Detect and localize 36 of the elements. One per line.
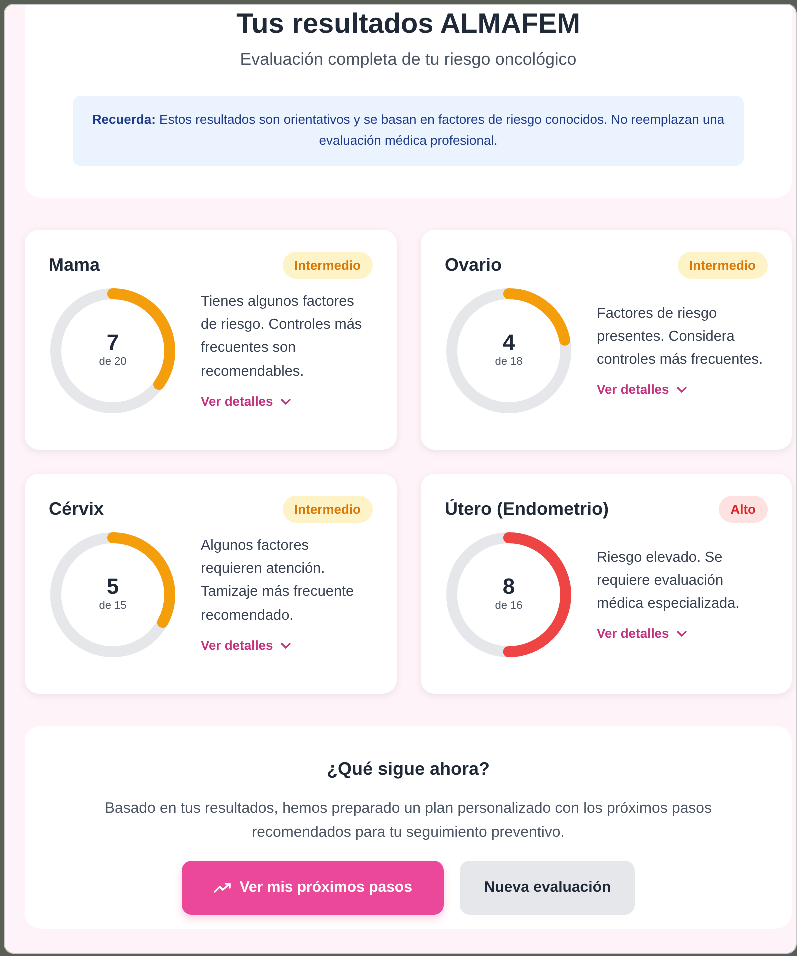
next-steps-button[interactable]: Ver mis próximos pasos — [182, 860, 444, 916]
score-max: de 20 — [99, 354, 127, 370]
cancer-type-title: Cérvix — [49, 498, 104, 521]
result-description: Algunos factores requieren atención. Tamizaje más frecuente recomendado. — [201, 537, 356, 626]
details-link[interactable]: Ver detalles — [201, 392, 292, 412]
next-steps-title: ¿Qué sigue ahora? — [326, 758, 492, 781]
risk-badge: Intermedio — [282, 252, 373, 280]
risk-badge: Intermedio — [282, 496, 373, 524]
score-max: de 15 — [99, 598, 127, 614]
details-link[interactable]: Ver detalles — [597, 380, 688, 400]
trending-up-icon — [214, 882, 232, 894]
notice-banner: Recuerda: Estos resultados son orientativos y se basan en factores de riesgo conocidos. No reemplazan una evaluación médica profesional. — [73, 96, 744, 166]
risk-badge: Intermedio — [678, 252, 768, 280]
risk-badge: Alto — [718, 496, 768, 524]
chevron-down-icon — [677, 386, 688, 393]
page-title: Tus resultados ALMAFEM — [236, 7, 582, 41]
page-subtitle: Evaluación completa de tu riesgo oncológico — [239, 48, 578, 71]
score-value: 5 — [106, 576, 120, 598]
result-description: Riesgo elevado. Se requiere evaluación médica especializada. — [597, 548, 741, 614]
chevron-down-icon — [281, 642, 292, 649]
result-description: Tienes algunos factores de riesgo. Controles más frecuentes son recomendables. — [201, 293, 364, 382]
result-description: Factores de riesgo presentes. Considera controles más frecuentes. — [597, 304, 764, 370]
score-value: 8 — [502, 576, 516, 598]
cancer-type-title: Mama — [49, 254, 100, 277]
details-link[interactable]: Ver detalles — [201, 636, 292, 656]
score-value: 4 — [502, 332, 516, 354]
cancer-type-title: Ovario — [445, 254, 502, 277]
new-evaluation-button[interactable]: Nueva evaluación — [460, 860, 636, 916]
next-steps-text: Basado en tus resultados, hemos preparado un plan personalizado con los próximos pasos recomendados para tu seguimiento preventivo. — [104, 798, 714, 843]
cancer-type-title: Útero (Endometrio) — [445, 498, 609, 521]
details-link[interactable]: Ver detalles — [597, 624, 688, 644]
chevron-down-icon — [677, 630, 688, 637]
score-max: de 18 — [495, 354, 523, 370]
score-value: 7 — [106, 332, 120, 354]
score-max: de 16 — [495, 598, 523, 614]
chevron-down-icon — [281, 398, 292, 405]
